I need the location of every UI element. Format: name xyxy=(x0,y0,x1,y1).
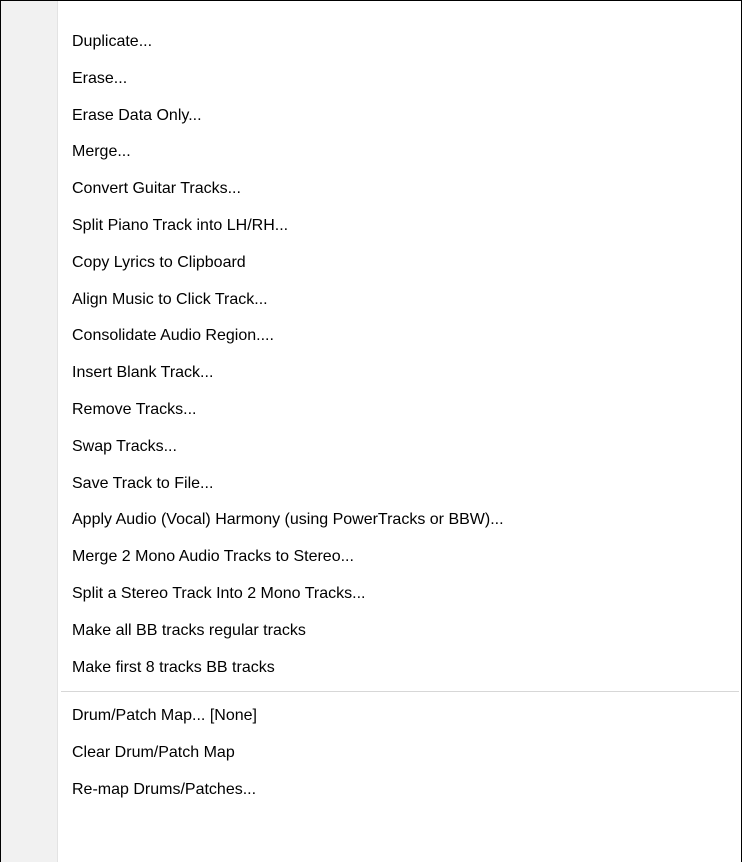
menu-item-label: Erase... xyxy=(72,69,128,87)
menu-item-label: Convert Guitar Tracks... xyxy=(72,180,241,198)
menu-item-align-music[interactable]: Align Music to Click Track... xyxy=(1,282,741,319)
menu-item-copy-lyrics[interactable]: Copy Lyrics to Clipboard xyxy=(1,245,741,282)
menu-item-erase-data-only[interactable]: Erase Data Only... xyxy=(1,98,741,135)
menu-item-split-piano-track[interactable]: Split Piano Track into LH/RH... xyxy=(1,208,741,245)
menu-item-clear-drum-patch-map[interactable]: Clear Drum/Patch Map xyxy=(1,735,741,772)
menu-item-duplicate[interactable]: Duplicate... xyxy=(1,24,741,61)
menu-item-label: Align Music to Click Track... xyxy=(72,290,268,308)
menu-item-label: Drum/Patch Map... [None] xyxy=(72,707,257,725)
menu-item-apply-audio-harmony[interactable]: Apply Audio (Vocal) Harmony (using Power… xyxy=(1,502,741,539)
menu-item-label: Re-map Drums/Patches... xyxy=(72,780,257,798)
menu-item-label: Save Track to File... xyxy=(72,474,214,492)
menu-item-label: Consolidate Audio Region.... xyxy=(72,327,274,345)
menu-item-remove-tracks[interactable]: Remove Tracks... xyxy=(1,392,741,429)
menu-item-make-first-8-bb[interactable]: Make first 8 tracks BB tracks xyxy=(1,650,741,687)
menu-item-make-bb-regular[interactable]: Make all BB tracks regular tracks xyxy=(1,613,741,650)
menu-item-remap-drums-patches[interactable]: Re-map Drums/Patches... xyxy=(1,772,741,809)
context-menu: Duplicate... Erase... Erase Data Only...… xyxy=(0,0,742,862)
menu-item-label: Duplicate... xyxy=(72,33,153,50)
menu-item-split-stereo-track[interactable]: Split a Stereo Track Into 2 Mono Tracks.… xyxy=(1,576,741,613)
menu-item-merge-mono-to-stereo[interactable]: Merge 2 Mono Audio Tracks to Stereo... xyxy=(1,539,741,576)
menu-item-label: Split a Stereo Track Into 2 Mono Tracks.… xyxy=(72,584,366,602)
menu-item-label: Remove Tracks... xyxy=(72,400,197,418)
menu-item-label: Split Piano Track into LH/RH... xyxy=(72,216,289,234)
menu-separator xyxy=(1,686,741,698)
menu-item-label: Make first 8 tracks BB tracks xyxy=(72,658,275,676)
menu-item-convert-guitar-tracks[interactable]: Convert Guitar Tracks... xyxy=(1,171,741,208)
menu-item-label: Merge... xyxy=(72,143,131,161)
menu-item-label: Apply Audio (Vocal) Harmony (using Power… xyxy=(72,511,504,529)
menu-item-label: Erase Data Only... xyxy=(72,106,202,124)
menu-item-merge[interactable]: Merge... xyxy=(1,134,741,171)
menu-item-swap-tracks[interactable]: Swap Tracks... xyxy=(1,429,741,466)
menu-item-erase[interactable]: Erase... xyxy=(1,61,741,98)
menu-item-label: Swap Tracks... xyxy=(72,437,177,455)
menu-item-label: Copy Lyrics to Clipboard xyxy=(72,253,246,271)
menu-item-drum-patch-map[interactable]: Drum/Patch Map... [None] xyxy=(1,698,741,735)
menu-item-label: Insert Blank Track... xyxy=(72,364,214,382)
menu-item-label: Merge 2 Mono Audio Tracks to Stereo... xyxy=(72,548,354,566)
menu-item-label: Make all BB tracks regular tracks xyxy=(72,621,306,639)
menu-item-label: Clear Drum/Patch Map xyxy=(72,744,235,762)
menu-items: Duplicate... Erase... Erase Data Only...… xyxy=(1,24,741,809)
menu-item-consolidate-audio[interactable]: Consolidate Audio Region.... xyxy=(1,318,741,355)
menu-item-save-track[interactable]: Save Track to File... xyxy=(1,466,741,503)
menu-item-insert-blank-track[interactable]: Insert Blank Track... xyxy=(1,355,741,392)
